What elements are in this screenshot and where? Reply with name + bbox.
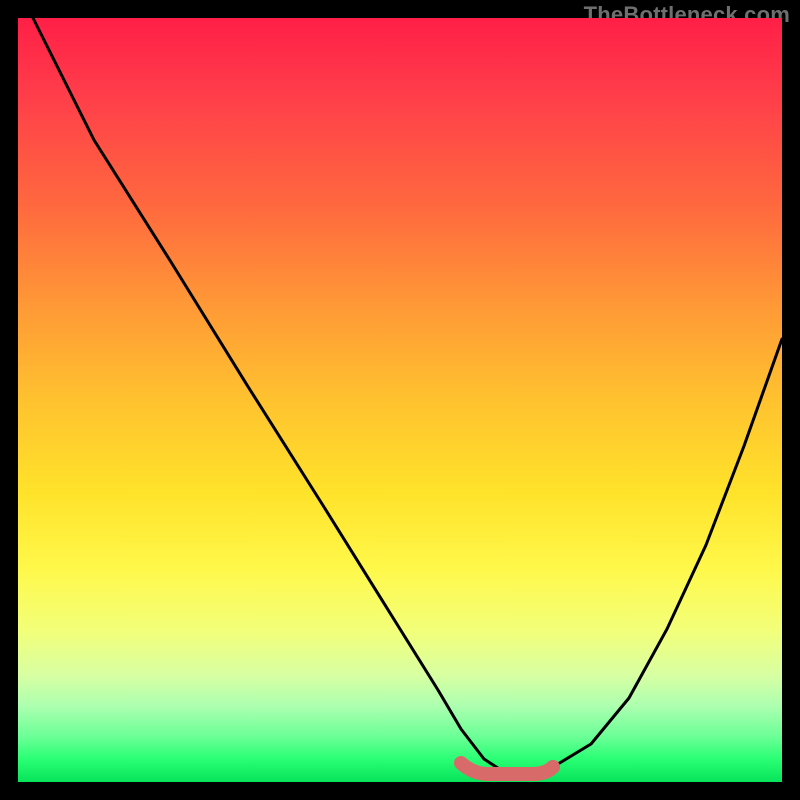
bottleneck-curve xyxy=(18,18,782,782)
optimal-band-path xyxy=(461,763,553,774)
curve-path xyxy=(33,18,782,776)
chart-plot-area xyxy=(18,18,782,782)
chart-frame: TheBottleneck.com xyxy=(0,0,800,800)
optimal-band-end-dot xyxy=(546,760,560,774)
